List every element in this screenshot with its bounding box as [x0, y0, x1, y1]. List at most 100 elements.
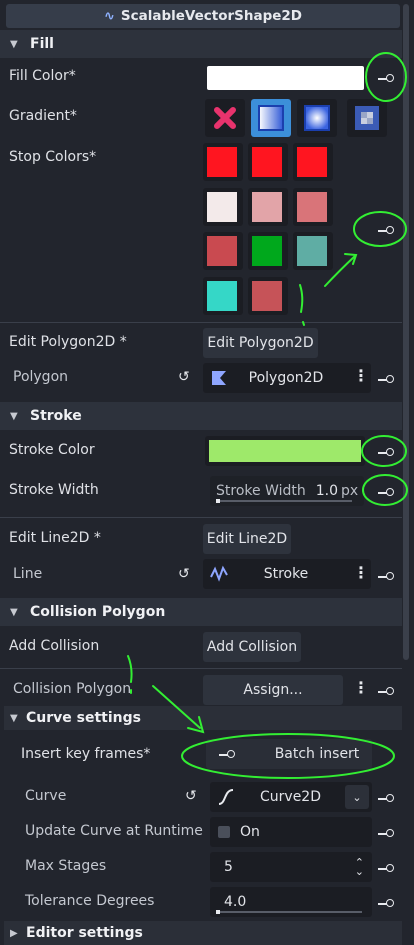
line-keyframe-button[interactable]	[376, 566, 396, 586]
section-fill[interactable]: ▼ Fill	[0, 30, 402, 58]
assign-button[interactable]: Assign...	[203, 675, 343, 705]
linear-gradient-icon	[258, 105, 284, 131]
stop-color-swatch[interactable]	[248, 277, 288, 315]
curve2d-icon	[218, 789, 234, 805]
stop-color-fill	[252, 236, 282, 266]
max-stages-label: Max Stages	[25, 858, 107, 874]
stroke-width-field-label: Stroke Width	[216, 483, 306, 499]
edit-polygon-button[interactable]: Edit Polygon2D	[203, 328, 318, 358]
update-curve-checkbox[interactable]: On	[210, 817, 372, 847]
stroke-width-keyframe-button[interactable]	[376, 482, 396, 502]
section-curve-label: Curve settings	[26, 710, 141, 726]
polygon-resource-picker[interactable]: Polygon2D	[203, 363, 371, 393]
line-menu-icon[interactable]: ⋮	[353, 563, 369, 582]
stop-color-fill	[252, 192, 282, 222]
section-collision[interactable]: ▼ Collision Polygon	[0, 598, 402, 626]
batch-insert-button[interactable]: Batch insert	[206, 739, 372, 769]
stroke-color-picker[interactable]	[209, 440, 361, 462]
tolerance-keyframe-button[interactable]	[376, 893, 396, 913]
max-stages-spinbox[interactable]: 5 ⌃ ⌄	[210, 852, 372, 882]
stop-color-fill	[297, 147, 327, 177]
stroke-width-value: 1.0	[315, 483, 339, 499]
chevron-down-icon: ▼	[10, 606, 18, 618]
key-icon	[378, 829, 394, 837]
curve-resource-name: Curve2D	[260, 789, 321, 805]
polygon-menu-icon[interactable]: ⋮	[353, 366, 369, 385]
line-resource-picker[interactable]: Stroke	[203, 559, 371, 589]
section-curve-settings[interactable]: ▼ Curve settings	[4, 706, 402, 730]
gradient-radial-button[interactable]	[297, 99, 337, 137]
tolerance-slider-grabber[interactable]	[216, 910, 220, 914]
inspector-scrollbar[interactable]	[403, 4, 409, 660]
stop-color-swatch[interactable]	[293, 232, 333, 270]
key-icon	[378, 794, 394, 802]
key-icon	[378, 375, 394, 383]
stroke-color-label: Stroke Color	[9, 442, 95, 458]
stop-color-fill	[297, 236, 327, 266]
key-icon	[378, 899, 394, 907]
revert-icon[interactable]: ↺	[178, 566, 190, 582]
collision-menu-icon[interactable]: ⋮	[353, 678, 369, 697]
key-icon	[378, 572, 394, 580]
update-curve-label: Update Curve at Runtime	[25, 823, 203, 839]
line-property-label: Line	[13, 566, 43, 582]
stop-color-swatch[interactable]	[203, 188, 243, 226]
revert-icon[interactable]: ↺	[185, 788, 197, 804]
stop-color-fill	[207, 192, 237, 222]
stop-colors-label: Stop Colors*	[9, 149, 97, 165]
stop-color-swatch[interactable]	[203, 143, 243, 181]
section-fill-label: Fill	[30, 36, 54, 52]
tolerance-degrees-value: 4.0	[224, 894, 247, 910]
stop-color-fill	[207, 281, 237, 311]
gradient-texture-button[interactable]	[347, 99, 387, 137]
stop-color-fill	[252, 281, 282, 311]
curve-resource-picker[interactable]: Curve2D ⌄	[210, 782, 372, 812]
update-curve-keyframe-button[interactable]	[376, 823, 396, 843]
stop-color-swatch[interactable]	[293, 143, 333, 181]
spin-arrows-icon[interactable]: ⌃ ⌄	[355, 857, 364, 877]
stop-colors-keyframe-button[interactable]	[376, 220, 396, 240]
divider	[0, 668, 402, 669]
radial-gradient-icon	[304, 105, 330, 131]
chevron-down-icon: ▼	[10, 38, 18, 50]
polygon-property-label: Polygon	[13, 369, 69, 385]
fill-color-keyframe-button[interactable]	[376, 68, 396, 88]
polygon-keyframe-button[interactable]	[376, 369, 396, 389]
edit-line-button[interactable]: Edit Line2D	[203, 524, 291, 554]
add-collision-button[interactable]: Add Collision	[203, 632, 301, 662]
section-editor-settings[interactable]: ▶ Editor settings	[4, 921, 402, 945]
stop-color-swatch[interactable]	[248, 143, 288, 181]
stop-color-fill	[207, 147, 237, 177]
revert-icon[interactable]: ↺	[178, 369, 190, 385]
annotation-exclamation	[127, 655, 133, 683]
remove-gradient-icon	[214, 107, 236, 129]
divider	[0, 322, 402, 323]
max-stages-keyframe-button[interactable]	[376, 858, 396, 878]
stroke-width-slider[interactable]	[216, 500, 352, 502]
fill-color-label: Fill Color*	[9, 68, 76, 84]
gradient-linear-button[interactable]	[251, 99, 291, 137]
stroke-color-keyframe-button[interactable]	[376, 442, 396, 462]
key-icon	[378, 448, 394, 456]
stroke-width-slider-grabber[interactable]	[216, 499, 220, 503]
curve-keyframe-button[interactable]	[376, 788, 396, 808]
gradient-none-button[interactable]	[205, 99, 245, 137]
curve-property-label: Curve	[25, 788, 67, 804]
stop-color-swatch[interactable]	[293, 188, 333, 226]
fill-color-picker[interactable]	[207, 66, 364, 90]
batch-insert-label: Batch insert	[274, 746, 360, 762]
insert-key-frames-label: Insert key frames*	[21, 746, 151, 762]
divider	[0, 517, 402, 518]
key-icon	[218, 750, 235, 758]
stop-color-swatch[interactable]	[203, 232, 243, 270]
tolerance-slider[interactable]	[216, 911, 362, 913]
stop-color-swatch[interactable]	[248, 232, 288, 270]
stop-color-swatch[interactable]	[203, 277, 243, 315]
stop-color-swatch[interactable]	[248, 188, 288, 226]
key-icon	[378, 687, 394, 695]
tolerance-degrees-label: Tolerance Degrees	[25, 893, 155, 909]
edit-polygon-label: Edit Polygon2D *	[9, 334, 127, 350]
chevron-down-icon[interactable]: ⌄	[345, 785, 369, 809]
collision-keyframe-button[interactable]	[376, 681, 396, 701]
section-stroke[interactable]: ▼ Stroke	[0, 402, 402, 430]
